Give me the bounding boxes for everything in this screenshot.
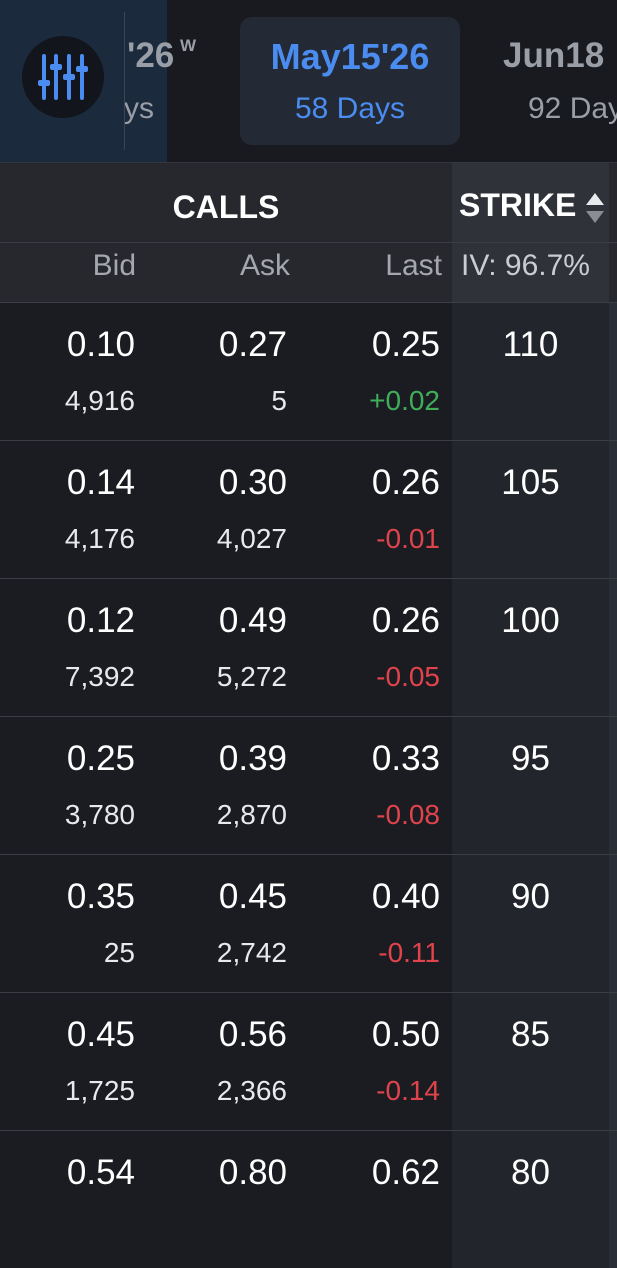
strike-header-label: STRIKE: [459, 187, 577, 223]
ask-price[interactable]: 0.27: [219, 325, 287, 365]
last-price: 0.62: [371, 1153, 440, 1192]
strike-price: 90: [511, 877, 550, 916]
strike-price: 80: [511, 1153, 550, 1192]
price-change: -0.14: [376, 1075, 440, 1106]
ask-size: 2,870: [216, 799, 287, 830]
price-change: -0.11: [378, 937, 440, 968]
option-row[interactable]: 0.35 25 0.45 2,742 0.40 -0.11 90: [0, 854, 617, 992]
expiry-tab-selected[interactable]: May15'26 58 Days: [240, 17, 460, 145]
ask-size: 4,027: [216, 523, 287, 554]
last-column-header: Last: [385, 249, 442, 282]
ask-column-header: Ask: [239, 249, 290, 282]
strike-price: 95: [511, 739, 550, 778]
ask-price[interactable]: 0.30: [219, 463, 287, 503]
price-change: -0.01: [376, 523, 440, 554]
bid-size: 3,780: [64, 799, 135, 830]
bid-price[interactable]: 0.54: [67, 1153, 135, 1193]
ask-price[interactable]: 0.80: [219, 1153, 287, 1193]
strike-price: 105: [501, 463, 560, 502]
last-price: 0.50: [371, 1015, 440, 1054]
option-chain-list: 0.10 4,916 0.27 5 0.25 +0.02 110 0.14 4,…: [0, 302, 617, 1268]
option-row[interactable]: 0.10 4,916 0.27 5 0.25 +0.02 110: [0, 302, 617, 440]
bid-size: 4,916: [64, 385, 135, 416]
filter-button[interactable]: [22, 36, 104, 118]
ask-size: 2,742: [216, 937, 287, 968]
ask-price[interactable]: 0.56: [219, 1015, 287, 1055]
sort-icon[interactable]: [585, 191, 605, 225]
price-change: +0.02: [369, 385, 440, 416]
expiry-tab-days: 58 Days: [294, 92, 406, 125]
filter-panel: [0, 0, 167, 162]
bid-price[interactable]: 0.45: [67, 1015, 135, 1055]
last-price: 0.33: [371, 739, 440, 778]
expiry-tab-days: ys: [124, 92, 154, 125]
bid-size: 25: [103, 937, 135, 968]
bid-size: 4,176: [64, 523, 135, 554]
ask-price[interactable]: 0.45: [219, 877, 287, 917]
bid-size: 1,725: [64, 1075, 135, 1106]
expiry-tab-date: Jun18: [503, 36, 605, 75]
strike-price: 100: [501, 601, 560, 640]
bid-price[interactable]: 0.12: [67, 601, 135, 641]
header-divider: [0, 242, 617, 243]
option-row[interactable]: 0.45 1,725 0.56 2,366 0.50 -0.14 85: [0, 992, 617, 1130]
ask-size: 2,366: [216, 1075, 287, 1106]
option-row[interactable]: 0.25 3,780 0.39 2,870 0.33 -0.08 95: [0, 716, 617, 854]
bid-price[interactable]: 0.10: [67, 325, 135, 365]
expiry-tab-date: May15'26: [270, 36, 430, 77]
expiry-tab-days: 92 Day: [528, 92, 617, 125]
price-change: -0.08: [376, 799, 440, 830]
option-row[interactable]: 0.54 0.80 0.62 80: [0, 1130, 617, 1268]
strike-price: 110: [502, 325, 559, 364]
ask-price[interactable]: 0.39: [219, 739, 287, 779]
bid-column-header: Bid: [92, 249, 136, 282]
chain-header: CALLS STRIKE Bid Ask Last IV: 96.7%: [0, 162, 617, 303]
weekly-marker: W: [180, 36, 197, 55]
ask-size: 5,272: [216, 661, 287, 692]
tab-divider: [124, 12, 125, 150]
bid-price[interactable]: 0.14: [67, 463, 135, 503]
last-price: 0.40: [371, 877, 440, 916]
last-price: 0.26: [371, 601, 440, 640]
sliders-icon: [38, 54, 88, 100]
expiry-tab-date: '26: [127, 36, 175, 75]
last-price: 0.26: [371, 463, 440, 502]
last-price: 0.25: [371, 325, 440, 364]
price-change: -0.05: [376, 661, 440, 692]
ask-price[interactable]: 0.49: [219, 601, 287, 641]
ask-size: 5: [271, 385, 287, 416]
expiry-tab-bar: '26 W ys May15'26 58 Days Jun18 92 Day: [0, 0, 617, 162]
bid-price[interactable]: 0.25: [67, 739, 135, 779]
option-row[interactable]: 0.14 4,176 0.30 4,027 0.26 -0.01 105: [0, 440, 617, 578]
bid-size: 7,392: [64, 661, 135, 692]
bid-price[interactable]: 0.35: [67, 877, 135, 917]
option-row[interactable]: 0.12 7,392 0.49 5,272 0.26 -0.05 100: [0, 578, 617, 716]
calls-header: CALLS: [172, 189, 280, 225]
implied-volatility: IV: 96.7%: [461, 249, 590, 282]
strike-price: 85: [511, 1015, 550, 1054]
